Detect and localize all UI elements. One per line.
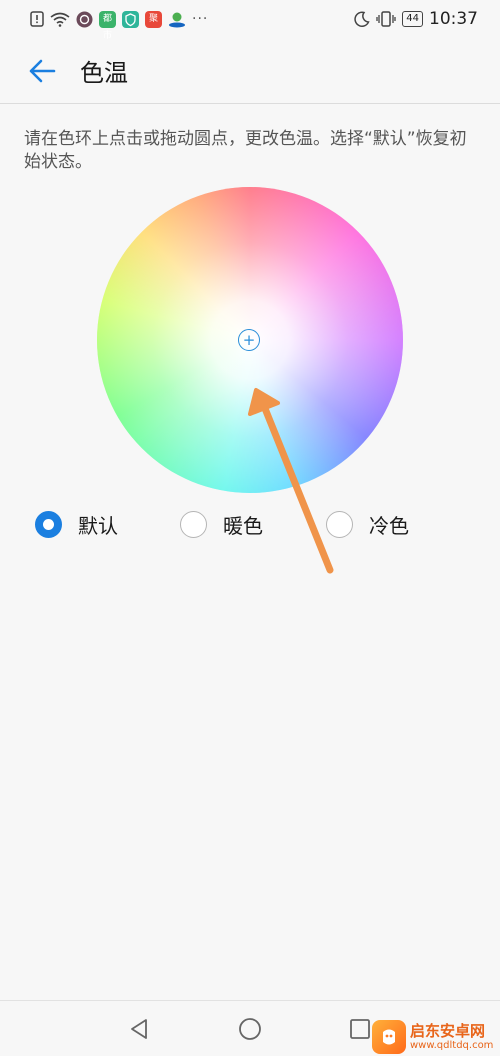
option-default-label: 默认 <box>78 513 118 538</box>
notification-app-icon <box>168 11 186 28</box>
status-left: 都市 聚 ··· <box>30 10 209 41</box>
status-bar: 都市 聚 ··· 44 10:37 <box>0 0 500 41</box>
shield-icon <box>122 10 139 28</box>
radio-default[interactable] <box>35 510 62 538</box>
battery-indicator: 44 <box>402 11 423 27</box>
option-warm-label: 暖色 <box>223 513 263 538</box>
option-warm[interactable]: 暖色 <box>180 503 263 545</box>
nav-back-button[interactable] <box>123 1013 155 1045</box>
back-button[interactable] <box>12 41 72 101</box>
color-temperature-wheel[interactable]: + <box>97 187 403 493</box>
watermark-logo-icon <box>372 1019 406 1054</box>
option-default[interactable]: 默认 <box>35 503 118 545</box>
nav-home-button[interactable] <box>234 1013 266 1045</box>
preset-options: 默认 暖色 冷色 <box>0 503 500 545</box>
notification-app-icon <box>76 11 93 28</box>
radio-cool[interactable] <box>326 510 353 538</box>
radio-warm[interactable] <box>180 510 207 538</box>
watermark-name: 启东安卓网 <box>410 1021 486 1040</box>
square-recents-icon <box>350 1019 370 1039</box>
moon-icon <box>354 11 370 27</box>
more-notifications-icon: ··· <box>192 11 209 27</box>
watermark-url: www.qdltdq.com <box>410 1039 494 1051</box>
wifi-icon <box>50 12 70 27</box>
status-clock: 10:37 <box>429 9 478 29</box>
alert-icon <box>30 11 44 27</box>
instruction-text: 请在色环上点击或拖动圆点，更改色温。选择“默认”恢复初始状态。 <box>24 129 467 172</box>
notification-app-icon: 都市 <box>99 10 116 41</box>
watermark: 启东安卓网 www.qdltdq.com <box>372 1017 500 1056</box>
notification-app-icon: 聚 <box>145 10 162 28</box>
back-arrow-icon <box>29 59 56 82</box>
option-cool[interactable]: 冷色 <box>326 503 409 545</box>
circle-home-icon <box>239 1018 261 1040</box>
page-title: 色温 <box>80 59 128 87</box>
triangle-back-icon <box>131 1019 147 1039</box>
watermark-text: 启东安卓网 www.qdltdq.com <box>410 1022 493 1052</box>
option-cool-label: 冷色 <box>369 513 409 538</box>
app-bar: 色温 <box>0 38 500 104</box>
status-right: 44 10:37 <box>354 9 478 29</box>
color-picker-handle[interactable]: + <box>238 329 260 351</box>
vibrate-icon <box>376 11 396 27</box>
